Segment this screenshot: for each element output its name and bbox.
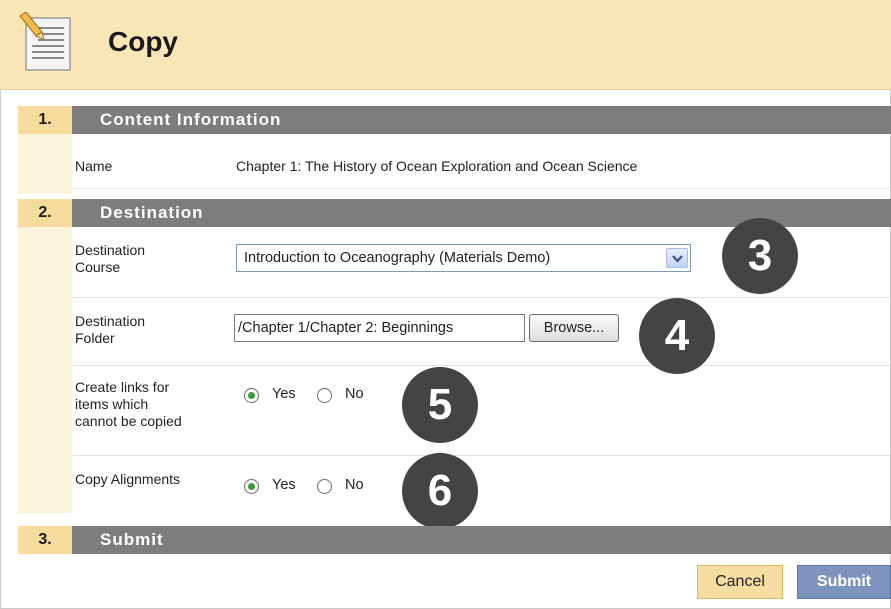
step-gutter bbox=[18, 134, 72, 194]
radio-label-yes: Yes bbox=[272, 386, 296, 402]
row-divider bbox=[72, 188, 891, 189]
destination-course-select[interactable]: Introduction to Oceanography (Materials … bbox=[236, 244, 691, 272]
copy-alignments-no-radio[interactable] bbox=[317, 479, 332, 494]
page-title: Copy bbox=[108, 26, 178, 57]
step-header-submit: 3. Submit bbox=[18, 526, 891, 554]
copy-alignments-label: Copy Alignments bbox=[75, 471, 181, 487]
step-title: Destination bbox=[100, 203, 204, 222]
page-header: Copy bbox=[0, 0, 891, 90]
radio-label-yes: Yes bbox=[272, 477, 296, 493]
step-number: 1. bbox=[18, 106, 72, 134]
step-gutter bbox=[18, 227, 72, 513]
content-name-value: Chapter 1: The History of Ocean Explorat… bbox=[236, 158, 638, 174]
radio-label-no: No bbox=[345, 386, 364, 402]
label-line: Folder bbox=[75, 330, 115, 346]
label-line: cannot be copied bbox=[75, 413, 182, 429]
destination-folder-value: /Chapter 1/Chapter 2: Beginnings bbox=[238, 320, 454, 336]
callout-badge-6: 6 bbox=[402, 453, 478, 529]
step-number: 3. bbox=[18, 526, 72, 554]
step-title: Submit bbox=[100, 530, 164, 549]
copy-alignments-yes-radio[interactable] bbox=[244, 479, 259, 494]
callout-badge-4: 4 bbox=[639, 298, 715, 374]
label-line: items which bbox=[75, 396, 149, 412]
step-number: 2. bbox=[18, 199, 72, 227]
callout-badge-5: 5 bbox=[402, 367, 478, 443]
radio-label-no: No bbox=[345, 477, 364, 493]
create-links-yes-radio[interactable] bbox=[244, 388, 259, 403]
label-line: Course bbox=[75, 259, 121, 275]
label-line: Create links for bbox=[75, 379, 170, 395]
label-line: Destination bbox=[75, 242, 146, 258]
destination-course-label: Destination Course bbox=[75, 242, 145, 276]
create-links-label: Create links for items which cannot be c… bbox=[75, 379, 182, 430]
cancel-button[interactable]: Cancel bbox=[697, 565, 783, 599]
callout-badge-3: 3 bbox=[722, 218, 798, 294]
label-line: Destination bbox=[75, 313, 146, 329]
step-header-content-information: 1. Content Information bbox=[18, 106, 891, 134]
step-title: Content Information bbox=[100, 110, 282, 129]
destination-folder-input[interactable]: /Chapter 1/Chapter 2: Beginnings bbox=[234, 314, 525, 342]
document-edit-icon bbox=[18, 11, 76, 74]
browse-button[interactable]: Browse... bbox=[529, 314, 619, 342]
submit-button[interactable]: Submit bbox=[797, 565, 891, 599]
create-links-no-radio[interactable] bbox=[317, 388, 332, 403]
row-divider bbox=[72, 297, 891, 298]
chevron-down-icon[interactable] bbox=[666, 248, 688, 268]
destination-course-value: Introduction to Oceanography (Materials … bbox=[244, 250, 551, 266]
row-divider bbox=[72, 455, 891, 456]
row-divider bbox=[72, 365, 891, 366]
name-label: Name bbox=[75, 158, 113, 174]
destination-folder-label: Destination Folder bbox=[75, 313, 145, 347]
